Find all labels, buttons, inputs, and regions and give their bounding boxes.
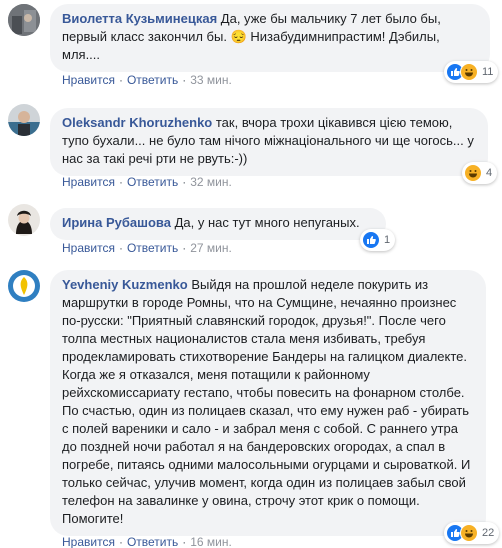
avatar[interactable] [8, 204, 40, 236]
comment-author[interactable]: Oleksandr Khoruzhenko [62, 115, 212, 130]
reply-link[interactable]: Ответить [127, 535, 178, 548]
comment-author[interactable]: Yevheniy Kuzmenko [62, 277, 188, 292]
reaction-count: 22 [482, 527, 495, 539]
like-link[interactable]: Нравится [62, 241, 115, 255]
user-photo-icon [8, 104, 40, 136]
comment-time[interactable]: 16 мин. [190, 535, 232, 548]
reaction-summary[interactable]: 22 [444, 522, 500, 544]
avatar[interactable] [8, 104, 40, 136]
comment-bubble: Ирина Рубашова Да, у нас тут много непуг… [50, 208, 386, 240]
comment-bubble: Виолетта Кузьминецкая Да, уже бы мальчик… [50, 4, 490, 72]
comment-actions: Нравится · Ответить · 33 мин. [62, 73, 232, 87]
comment-actions: Нравится · Ответить · 27 мин. [62, 241, 232, 255]
reaction-count: 4 [486, 167, 493, 179]
like-link[interactable]: Нравится [62, 175, 115, 189]
like-icon [362, 231, 380, 249]
comment-bubble: Yevheniy Kuzmenko Выйдя на прошлой недел… [50, 270, 486, 536]
haha-icon [460, 524, 478, 542]
avatar[interactable] [8, 270, 40, 302]
like-link[interactable]: Нравится [62, 535, 115, 548]
reaction-count: 11 [482, 66, 494, 78]
comment-text: Да, у нас тут много непуганых. [174, 215, 360, 230]
comment-actions: Нравится · Ответить · 16 мин. [62, 535, 232, 548]
comment-time[interactable]: 27 мин. [190, 241, 232, 255]
comment-bubble: Oleksandr Khoruzhenko так, вчора трохи ц… [50, 108, 488, 176]
reply-link[interactable]: Ответить [127, 175, 178, 189]
comment-actions: Нравится · Ответить · 32 мин. [62, 175, 232, 189]
comment-time[interactable]: 32 мин. [190, 175, 232, 189]
reaction-summary[interactable]: 1 [360, 229, 396, 251]
user-photo-icon [8, 204, 40, 236]
user-photo-icon [8, 270, 40, 302]
comment-author[interactable]: Ирина Рубашова [62, 215, 171, 230]
comment-author[interactable]: Виолетта Кузьминецкая [62, 11, 217, 26]
reply-link[interactable]: Ответить [127, 73, 178, 87]
reaction-summary[interactable]: 4 [462, 162, 498, 184]
reaction-summary[interactable]: 11 [444, 61, 499, 83]
user-photo-icon [8, 4, 40, 36]
comment-time[interactable]: 33 мин. [190, 73, 232, 87]
reaction-count: 1 [384, 234, 391, 246]
reply-link[interactable]: Ответить [127, 241, 178, 255]
comment-text: Выйдя на прошлой неделе покурить из марш… [62, 277, 471, 526]
avatar[interactable] [8, 4, 40, 36]
haha-icon [464, 164, 482, 182]
haha-icon [460, 63, 478, 81]
like-link[interactable]: Нравится [62, 73, 115, 87]
